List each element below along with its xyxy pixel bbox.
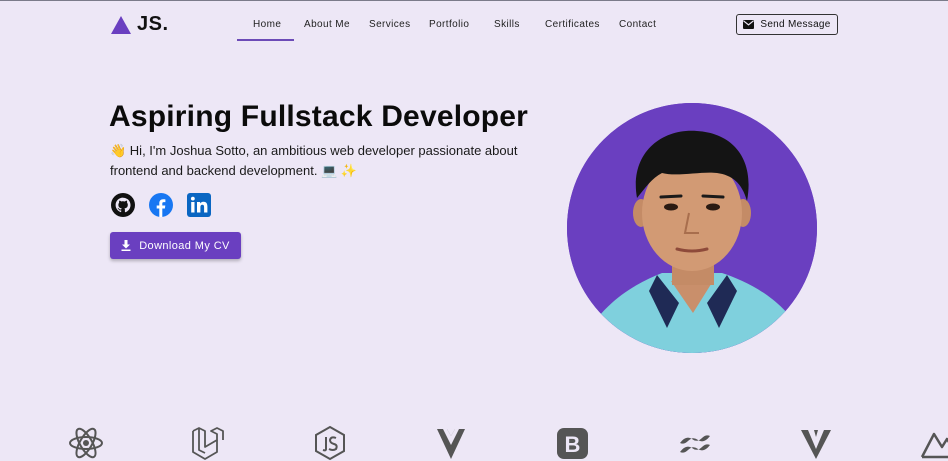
download-cv-button[interactable]: Download My CV (110, 232, 241, 259)
download-icon (121, 240, 131, 251)
linkedin-icon[interactable] (187, 193, 211, 217)
nav-about-me[interactable]: About Me (304, 19, 350, 30)
nav-portfolio[interactable]: Portfolio (429, 19, 469, 30)
download-cv-label: Download My CV (139, 239, 230, 252)
top-border (0, 0, 948, 1)
social-links (111, 193, 211, 217)
nodejs-icon (315, 425, 345, 461)
laravel-icon (192, 427, 224, 460)
tailwind-icon (680, 435, 710, 453)
facebook-icon[interactable] (149, 193, 173, 217)
nuxt-icon (920, 432, 948, 459)
send-message-button[interactable]: Send Message (736, 14, 838, 35)
envelope-icon (743, 20, 755, 29)
nav-skills[interactable]: Skills (494, 19, 520, 30)
logo-text: JS. (137, 13, 169, 35)
nav-contact[interactable]: Contact (619, 19, 656, 30)
svg-text:B: B (565, 432, 581, 457)
github-icon[interactable] (111, 193, 135, 217)
nav-certificates[interactable]: Certificates (545, 19, 600, 30)
vue-icon (437, 429, 465, 459)
profile-photo (567, 103, 817, 353)
bootstrap-icon: B (557, 428, 588, 459)
logo-triangle-icon (111, 15, 131, 34)
nav-home[interactable]: Home (253, 19, 281, 30)
portrait-illustration (567, 103, 817, 353)
vuetify-icon (801, 430, 831, 459)
logo[interactable]: JS. (110, 13, 169, 36)
send-message-label: Send Message (760, 19, 831, 30)
hero-title: Aspiring Fullstack Developer (109, 100, 529, 133)
react-icon (69, 427, 103, 459)
hero-description: 👋 Hi, I'm Joshua Sotto, an ambitious web… (110, 143, 518, 178)
nav-active-indicator (237, 39, 294, 41)
nav-services[interactable]: Services (369, 19, 411, 30)
